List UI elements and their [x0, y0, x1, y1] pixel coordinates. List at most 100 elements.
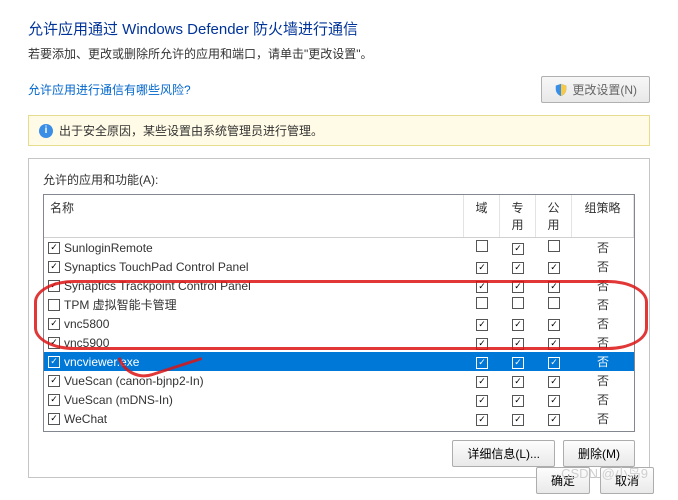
row-enable-checkbox[interactable]: [48, 299, 60, 311]
row-private-cell[interactable]: [500, 373, 536, 388]
row-public-cell[interactable]: [536, 297, 572, 312]
table-row[interactable]: VueScan (mDNS-In)否: [44, 390, 634, 409]
row-public-cell[interactable]: [536, 278, 572, 293]
warning-text: 出于安全原因，某些设置由系统管理员进行管理。: [59, 122, 323, 139]
checkbox-icon: [512, 376, 524, 388]
checkbox-icon: [476, 414, 488, 426]
warning-bar: i 出于安全原因，某些设置由系统管理员进行管理。: [28, 115, 650, 146]
cancel-button[interactable]: 取消: [600, 467, 654, 494]
column-name[interactable]: 名称: [44, 195, 464, 237]
row-enable-checkbox[interactable]: [48, 242, 60, 254]
table-row[interactable]: WeChat 否: [44, 409, 634, 428]
row-domain-cell[interactable]: [464, 259, 500, 274]
row-private-cell[interactable]: [500, 430, 536, 431]
row-policy-cell: 否: [572, 296, 634, 313]
allowed-apps-group: 允许的应用和功能(A): 名称 域 专用 公用 组策略 SunloginRemo…: [28, 158, 650, 478]
row-enable-checkbox[interactable]: [48, 356, 60, 368]
column-public[interactable]: 公用: [536, 195, 572, 237]
row-name: VueScan (canon-bjnp2-In): [64, 374, 464, 388]
row-public-cell[interactable]: [536, 335, 572, 350]
row-public-cell[interactable]: [536, 316, 572, 331]
checkbox-icon: [512, 262, 524, 274]
table-row[interactable]: vnc5900否: [44, 333, 634, 352]
row-private-cell[interactable]: [500, 240, 536, 255]
table-row[interactable]: TPM 虚拟智能卡管理否: [44, 295, 634, 314]
checkbox-icon: [476, 319, 488, 331]
row-enable-checkbox[interactable]: [48, 318, 60, 330]
row-public-cell[interactable]: [536, 373, 572, 388]
table-row[interactable]: Synaptics Trackpoint Control Panel否: [44, 276, 634, 295]
row-enable-checkbox[interactable]: [48, 375, 60, 387]
row-name: VueScan (mDNS-In): [64, 393, 464, 407]
table-row[interactable]: vncviewer.exe否: [44, 352, 634, 371]
list-body[interactable]: SunloginRemote否Synaptics TouchPad Contro…: [44, 238, 634, 431]
checkbox-icon: [512, 414, 524, 426]
row-policy-cell: 否: [572, 429, 634, 431]
row-domain-cell[interactable]: [464, 411, 500, 426]
row-enable-checkbox[interactable]: [48, 337, 60, 349]
row-name: vncviewer.exe: [64, 355, 464, 369]
row-name: vnc5900: [64, 336, 464, 350]
change-settings-label: 更改设置(N): [572, 81, 637, 98]
row-domain-cell[interactable]: [464, 392, 500, 407]
row-name: WeChat: [64, 412, 464, 426]
checkbox-icon: [476, 395, 488, 407]
row-private-cell[interactable]: [500, 259, 536, 274]
row-private-cell[interactable]: [500, 354, 536, 369]
row-public-cell[interactable]: [536, 259, 572, 274]
checkbox-icon: [476, 297, 488, 309]
row-domain-cell[interactable]: [464, 278, 500, 293]
row-enable-checkbox[interactable]: [48, 261, 60, 273]
column-domain[interactable]: 域: [464, 195, 500, 237]
row-public-cell[interactable]: [536, 240, 572, 255]
column-policy[interactable]: 组策略: [572, 195, 634, 237]
row-policy-cell: 否: [572, 239, 634, 256]
row-domain-cell[interactable]: [464, 316, 500, 331]
row-public-cell[interactable]: [536, 411, 572, 426]
table-row[interactable]: Synaptics TouchPad Control Panel否: [44, 257, 634, 276]
row-enable-checkbox[interactable]: [48, 394, 60, 406]
risk-link[interactable]: 允许应用进行通信有哪些风险?: [28, 81, 191, 98]
table-row[interactable]: WeChat 否: [44, 428, 634, 431]
row-private-cell[interactable]: [500, 411, 536, 426]
checkbox-icon: [476, 262, 488, 274]
row-name: Synaptics Trackpoint Control Panel: [64, 279, 464, 293]
row-domain-cell[interactable]: [464, 335, 500, 350]
row-enable-checkbox[interactable]: [48, 413, 60, 425]
row-private-cell[interactable]: [500, 392, 536, 407]
checkbox-icon: [476, 281, 488, 293]
checkbox-icon: [548, 240, 560, 252]
row-private-cell[interactable]: [500, 297, 536, 312]
row-domain-cell[interactable]: [464, 354, 500, 369]
details-button[interactable]: 详细信息(L)...: [452, 440, 555, 467]
row-domain-cell[interactable]: [464, 373, 500, 388]
ok-button[interactable]: 确定: [536, 467, 590, 494]
row-name: WeChat: [64, 431, 464, 432]
checkbox-icon: [476, 357, 488, 369]
shield-icon: [554, 83, 568, 97]
row-domain-cell[interactable]: [464, 297, 500, 312]
remove-button[interactable]: 删除(M): [563, 440, 635, 467]
list-header[interactable]: 名称 域 专用 公用 组策略: [44, 195, 634, 238]
column-private[interactable]: 专用: [500, 195, 536, 237]
row-domain-cell[interactable]: [464, 430, 500, 431]
table-row[interactable]: VueScan (canon-bjnp2-In)否: [44, 371, 634, 390]
row-domain-cell[interactable]: [464, 240, 500, 255]
row-public-cell[interactable]: [536, 392, 572, 407]
table-row[interactable]: vnc5800否: [44, 314, 634, 333]
row-private-cell[interactable]: [500, 316, 536, 331]
row-public-cell[interactable]: [536, 430, 572, 431]
row-enable-checkbox[interactable]: [48, 280, 60, 292]
row-name: SunloginRemote: [64, 241, 464, 255]
group-label: 允许的应用和功能(A):: [43, 171, 635, 188]
checkbox-icon: [476, 338, 488, 350]
row-private-cell[interactable]: [500, 335, 536, 350]
checkbox-icon: [476, 376, 488, 388]
row-name: Synaptics TouchPad Control Panel: [64, 260, 464, 274]
row-public-cell[interactable]: [536, 354, 572, 369]
table-row[interactable]: SunloginRemote 否: [44, 238, 634, 257]
change-settings-button[interactable]: 更改设置(N): [541, 76, 650, 103]
row-policy-cell: 否: [572, 315, 634, 332]
row-private-cell[interactable]: [500, 278, 536, 293]
checkbox-icon: [548, 297, 560, 309]
